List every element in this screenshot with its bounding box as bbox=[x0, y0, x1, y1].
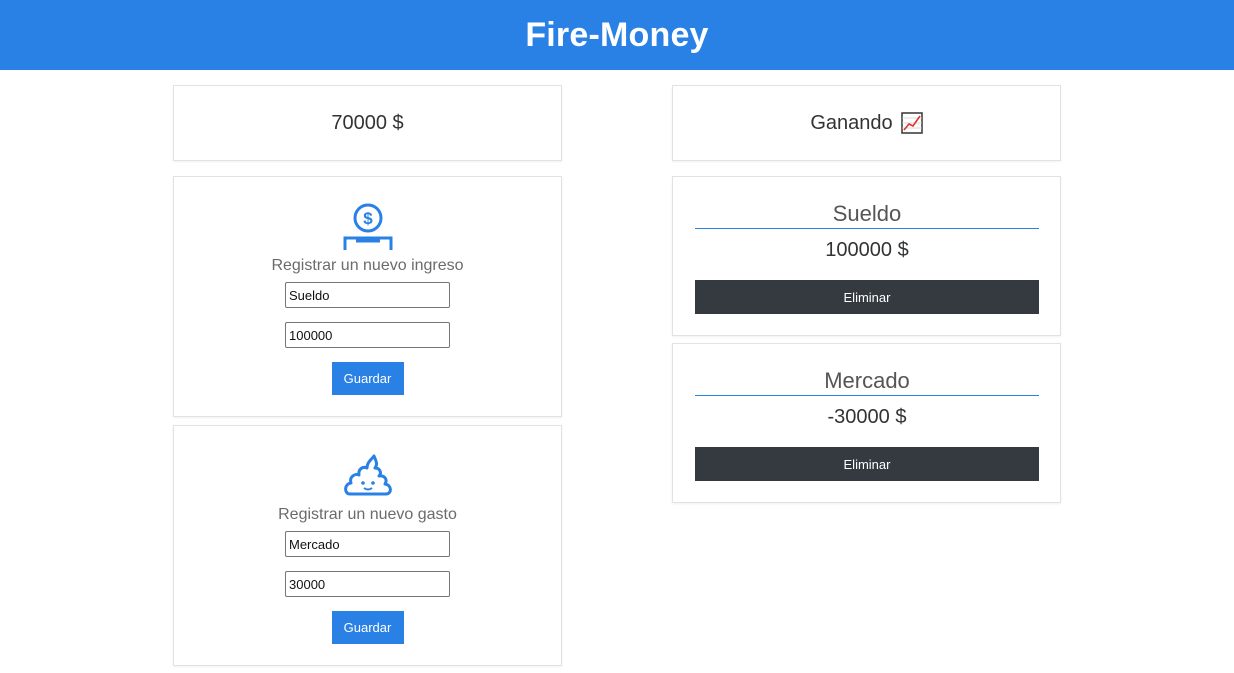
poop-icon bbox=[342, 450, 394, 502]
expense-amount-input[interactable] bbox=[285, 571, 450, 597]
transaction-card: Mercado -30000 $ Eliminar bbox=[672, 343, 1061, 503]
income-amount-input[interactable] bbox=[285, 322, 450, 348]
transaction-card: Sueldo 100000 $ Eliminar bbox=[672, 176, 1061, 336]
delete-transaction-button[interactable]: Eliminar bbox=[695, 447, 1039, 481]
income-form-card: $ Registrar un nuevo ingreso Guardar bbox=[173, 176, 562, 417]
expense-form-title: Registrar un nuevo gasto bbox=[278, 506, 457, 523]
transaction-amount: 100000 $ bbox=[825, 239, 909, 261]
chart-increasing-icon bbox=[900, 112, 923, 134]
expense-form-card: Registrar un nuevo gasto Guardar bbox=[173, 425, 562, 666]
balance-card: 70000 $ bbox=[173, 85, 562, 161]
status-card: Ganando bbox=[672, 85, 1061, 161]
svg-text:$: $ bbox=[363, 209, 373, 228]
income-save-button[interactable]: Guardar bbox=[331, 362, 404, 395]
expense-name-input[interactable] bbox=[285, 531, 450, 557]
coin-deposit-icon: $ bbox=[342, 201, 394, 253]
status-label: Ganando bbox=[810, 111, 893, 134]
app-header: Fire-Money bbox=[0, 0, 1234, 70]
transaction-name: Mercado bbox=[695, 369, 1039, 396]
delete-transaction-button[interactable]: Eliminar bbox=[695, 280, 1039, 314]
transaction-amount: -30000 $ bbox=[827, 406, 907, 428]
income-form-title: Registrar un nuevo ingreso bbox=[271, 257, 464, 274]
income-name-input[interactable] bbox=[285, 282, 450, 308]
expense-save-button[interactable]: Guardar bbox=[331, 611, 404, 644]
app-title: Fire-Money bbox=[525, 15, 709, 54]
balance-amount: 70000 $ bbox=[331, 111, 404, 134]
transaction-name: Sueldo bbox=[695, 202, 1039, 229]
